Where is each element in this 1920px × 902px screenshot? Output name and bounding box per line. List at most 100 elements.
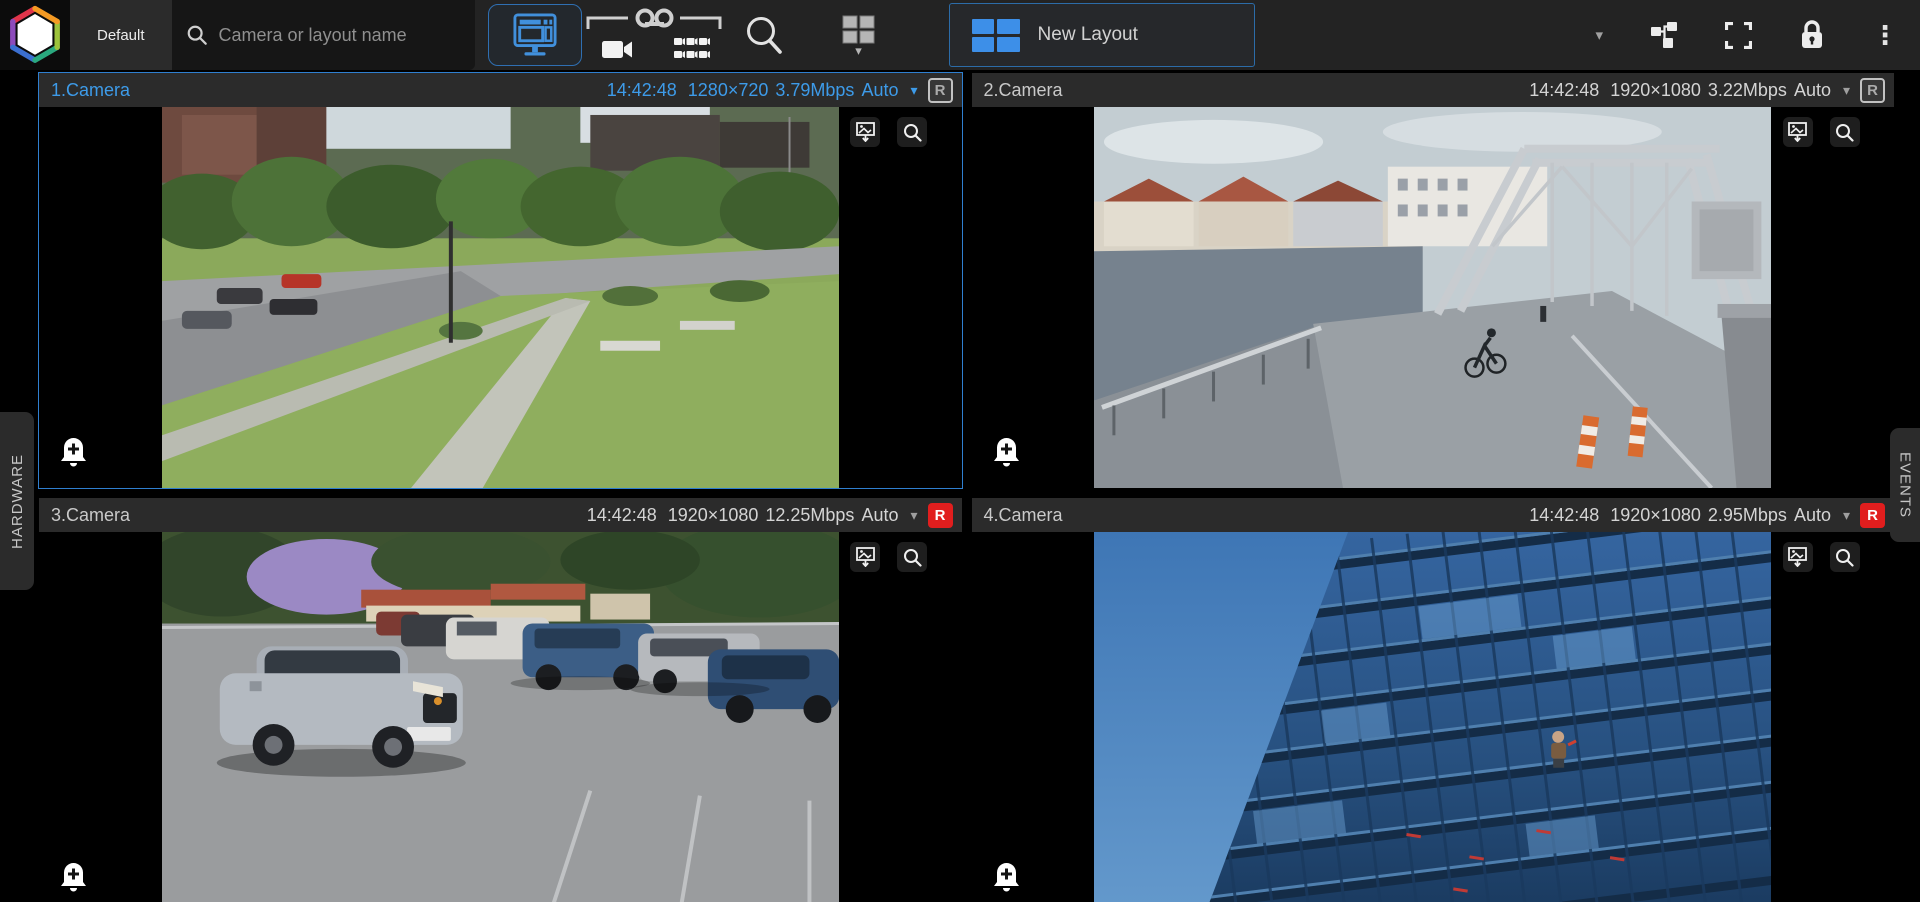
camera-3-body — [39, 532, 962, 902]
screen-view-button[interactable] — [488, 4, 582, 66]
hardware-panel-label: HARDWARE — [9, 454, 26, 549]
camera-4-zoom-button[interactable] — [1830, 542, 1860, 572]
camera-tile-2[interactable]: 2.Camera 14:42:48 1920×1080 3.22Mbps Aut… — [971, 72, 1896, 489]
bell-plus-icon — [60, 862, 87, 893]
camera-4-bitrate: 2.95Mbps — [1708, 505, 1787, 526]
layout-grid-selector[interactable]: ▾ — [836, 15, 882, 55]
camera-grid-icon — [674, 36, 710, 62]
more-menu-button[interactable]: ⋮ — [1872, 22, 1898, 48]
camera-4-time: 14:42:48 — [1529, 505, 1599, 526]
camera-2-screenshot-button[interactable] — [1783, 117, 1813, 147]
camera-2-resolution: 1920×1080 — [1610, 80, 1701, 101]
camera-4-header[interactable]: 4.Camera 14:42:48 1920×1080 2.95Mbps Aut… — [972, 498, 1895, 532]
hexagon-logo-icon — [5, 3, 65, 67]
layout-tab-label: New Layout — [1038, 24, 1138, 46]
screenshot-download-icon — [856, 122, 875, 142]
screenshot-download-icon — [1788, 122, 1807, 142]
camera-3-screenshot-button[interactable] — [850, 542, 880, 572]
zoom-magnifier-icon — [903, 123, 922, 142]
camera-4-stats-caret[interactable]: ▾ — [1843, 507, 1850, 524]
camera-4-stats: 14:42:48 1920×1080 2.95Mbps Auto ▾ R — [1529, 503, 1885, 528]
camera-2-header[interactable]: 2.Camera 14:42:48 1920×1080 3.22Mbps Aut… — [972, 73, 1895, 107]
top-toolbar: Default — [0, 0, 1920, 70]
camera-3-recording-badge[interactable]: R — [928, 503, 953, 528]
camera-1-header[interactable]: 1.Camera 14:42:48 1280×720 3.79Mbps Auto… — [39, 73, 962, 107]
tab-new-layout[interactable]: New Layout — [949, 3, 1255, 67]
bell-plus-icon — [60, 437, 87, 468]
screenshot-download-icon — [856, 547, 875, 567]
camera-3-add-event-button[interactable] — [60, 862, 87, 896]
camera-2-recording-badge[interactable]: R — [1860, 78, 1885, 103]
camera-2-add-event-button[interactable] — [993, 437, 1020, 471]
tree-icon — [1650, 21, 1678, 49]
advanced-search-button[interactable] — [740, 11, 788, 59]
camera-2-overlay-tools — [1783, 117, 1860, 147]
camera-2-body — [972, 107, 1895, 488]
system-name-button[interactable]: Default — [70, 0, 172, 70]
camera-4-name: 4.Camera — [984, 505, 1063, 526]
tabs-dropdown-caret[interactable]: ▾ — [1595, 26, 1603, 44]
magnifier-icon — [744, 15, 784, 55]
camera-2-name: 2.Camera — [984, 80, 1063, 101]
camera-3-stats-caret[interactable]: ▾ — [910, 507, 917, 524]
camera-3-video[interactable] — [162, 532, 839, 902]
camera-4-screenshot-button[interactable] — [1783, 542, 1813, 572]
showreel-group — [586, 8, 722, 62]
zoom-magnifier-icon — [1835, 123, 1854, 142]
camera-1-name: 1.Camera — [51, 80, 130, 101]
camera-3-scene-parking — [162, 532, 839, 902]
camera-2-stats-caret[interactable]: ▾ — [1843, 82, 1850, 99]
lock-icon — [1799, 20, 1825, 50]
events-panel-tab[interactable]: EVENTS — [1890, 428, 1920, 542]
camera-3-quality: Auto — [861, 505, 898, 526]
camera-2-time: 14:42:48 — [1529, 80, 1599, 101]
camera-1-time: 14:42:48 — [607, 80, 677, 101]
multi-camera-button[interactable] — [674, 36, 710, 62]
camera-1-add-event-button[interactable] — [60, 437, 87, 471]
viewport: HARDWARE EVENTS 1.Camera 14:42:48 1280×7… — [0, 70, 1920, 902]
resource-tree-button[interactable] — [1650, 21, 1678, 49]
camera-tile-3[interactable]: 3.Camera 14:42:48 1920×1080 12.25Mbps Au… — [38, 497, 963, 902]
layout-tab-grid-icon — [972, 19, 1020, 52]
camera-tile-4[interactable]: 4.Camera 14:42:48 1920×1080 2.95Mbps Aut… — [971, 497, 1896, 902]
camera-3-stats: 14:42:48 1920×1080 12.25Mbps Auto ▾ R — [587, 503, 953, 528]
app-logo[interactable] — [0, 0, 70, 70]
camera-1-zoom-button[interactable] — [897, 117, 927, 147]
bell-plus-icon — [993, 862, 1020, 893]
camera-1-body — [39, 107, 962, 488]
video-camera-icon — [602, 39, 632, 60]
camera-3-bitrate: 12.25Mbps — [765, 505, 854, 526]
camera-1-stats-caret[interactable]: ▾ — [910, 82, 917, 99]
toolbar-right-controls: ▾ — [1595, 20, 1898, 50]
camera-4-quality: Auto — [1794, 505, 1831, 526]
search-input[interactable] — [219, 25, 461, 46]
camera-4-recording-badge[interactable]: R — [1860, 503, 1885, 528]
camera-3-zoom-button[interactable] — [897, 542, 927, 572]
camera-3-time: 14:42:48 — [587, 505, 657, 526]
single-camera-button[interactable] — [602, 36, 632, 62]
camera-4-video[interactable] — [1094, 532, 1771, 902]
showreel-reel-icon — [586, 8, 722, 32]
camera-tile-1[interactable]: 1.Camera 14:42:48 1280×720 3.79Mbps Auto… — [38, 72, 963, 489]
events-panel-label: EVENTS — [1897, 452, 1914, 518]
camera-3-header[interactable]: 3.Camera 14:42:48 1920×1080 12.25Mbps Au… — [39, 498, 962, 532]
camera-1-recording-badge[interactable]: R — [928, 78, 953, 103]
search-icon — [186, 24, 208, 46]
lock-button[interactable] — [1799, 20, 1825, 50]
camera-2-bitrate: 3.22Mbps — [1708, 80, 1787, 101]
camera-3-overlay-tools — [850, 542, 927, 572]
camera-3-name: 3.Camera — [51, 505, 130, 526]
fullscreen-button[interactable] — [1725, 22, 1752, 49]
camera-4-add-event-button[interactable] — [993, 862, 1020, 896]
camera-2-video[interactable] — [1094, 107, 1771, 488]
camera-1-quality: Auto — [861, 80, 898, 101]
hardware-panel-tab[interactable]: HARDWARE — [0, 412, 34, 590]
camera-1-stats: 14:42:48 1280×720 3.79Mbps Auto ▾ R — [607, 78, 953, 103]
camera-2-quality: Auto — [1794, 80, 1831, 101]
camera-1-video[interactable] — [162, 107, 839, 488]
camera-1-screenshot-button[interactable] — [850, 117, 880, 147]
camera-2-zoom-button[interactable] — [1830, 117, 1860, 147]
grid-2x2-icon — [842, 15, 875, 45]
zoom-magnifier-icon — [903, 548, 922, 567]
fullscreen-icon — [1725, 22, 1752, 49]
